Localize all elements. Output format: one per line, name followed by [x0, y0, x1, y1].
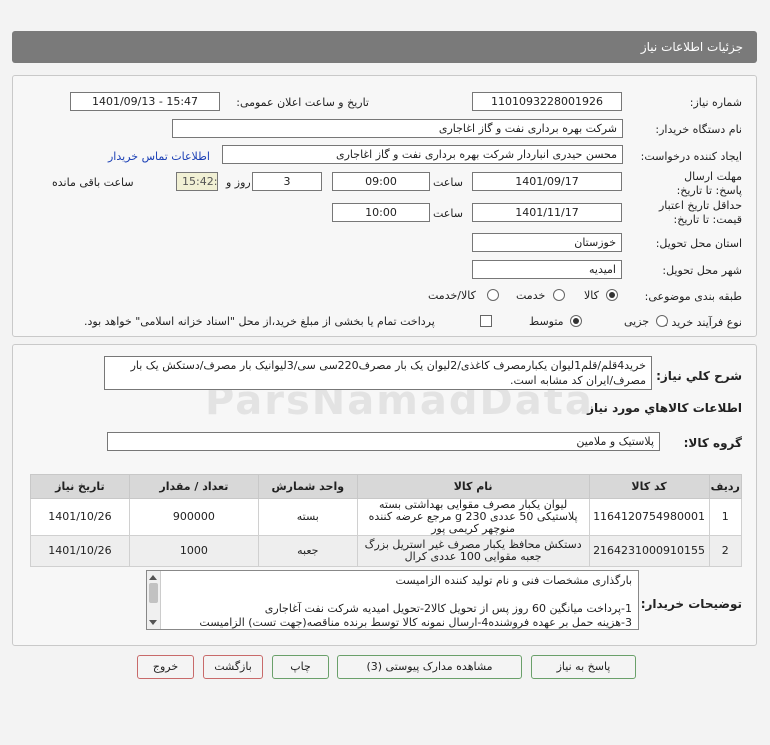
- buyer-notes-textarea[interactable]: بارگذاری مشخصات فنی و نام تولید کننده ال…: [146, 570, 639, 630]
- buyer-org-label: نام دستگاه خریدار:: [655, 123, 742, 136]
- need-number-label: شماره نیاز:: [689, 96, 742, 109]
- need-number-field: 1101093228001926: [472, 92, 622, 111]
- scroll-up-icon[interactable]: [149, 575, 157, 580]
- code-cell: 1164120754980001: [588, 498, 710, 536]
- buyer-org-field: شرکت بهره برداری نفت و گاز اغاجاری: [172, 119, 623, 138]
- goods-group-field: پلاستیک و ملامین: [107, 432, 660, 451]
- unit-cell: بسته: [257, 498, 358, 536]
- remaining-time-field: 15:42:08: [176, 172, 218, 191]
- table-header-row-number: ردیف: [708, 474, 743, 499]
- reply-hour-field: 09:00: [332, 172, 430, 191]
- scroll-thumb[interactable]: [149, 583, 158, 603]
- price-validity-label: حداقل تاریخ اعتبار قیمت: تا تاریخ:: [658, 199, 742, 226]
- reply-date-field: 1401/09/17: [472, 172, 622, 191]
- code-cell: 2164231000910155: [588, 535, 710, 567]
- name-cell: دستکش محافظ یکبار مصرف غیر استریل بزرگ ج…: [356, 535, 590, 567]
- table-header-code: کد کالا: [588, 474, 710, 499]
- category-service-label: خدمت: [516, 289, 546, 302]
- process-medium-radio[interactable]: [570, 315, 582, 327]
- category-goods-label: کالا: [584, 289, 599, 302]
- notes-line: بارگذاری مشخصات فنی و نام تولید کننده ال…: [395, 574, 632, 587]
- table-header-name: نام کالا: [356, 474, 590, 499]
- remaining-label: ساعت باقی مانده: [52, 176, 134, 189]
- scroll-down-icon[interactable]: [149, 620, 157, 625]
- category-label: طبقه بندی موضوعی:: [644, 290, 742, 303]
- notes-scrollbar[interactable]: [147, 571, 161, 629]
- process-minor-radio[interactable]: [656, 315, 668, 327]
- purchase-process-label: نوع فرآیند خرید :: [664, 316, 742, 329]
- category-both-radio[interactable]: [487, 289, 499, 301]
- name-cell: لیوان یکبار مصرف مقوایی بهداشتی بسته پلا…: [356, 498, 590, 536]
- date-cell: 1401/10/26: [30, 498, 130, 536]
- row-number-cell: 1: [708, 498, 743, 536]
- buyer-notes-label: توضیحات خریدار:: [640, 597, 742, 611]
- city-label: شهر محل تحویل:: [662, 264, 742, 277]
- requester-field: محسن حیدری انباردار شرکت بهره برداری نفت…: [222, 145, 623, 164]
- reply-hour-label: ساعت: [433, 176, 463, 189]
- category-service-radio[interactable]: [553, 289, 565, 301]
- day-and-label: روز و: [226, 176, 251, 189]
- treasury-checkbox[interactable]: [480, 315, 492, 327]
- print-button[interactable]: چاپ: [272, 655, 329, 679]
- general-desc-label: شرح کلي نياز:: [656, 369, 742, 383]
- validity-hour-field: 10:00: [332, 203, 430, 222]
- province-label: استان محل تحویل:: [655, 237, 742, 250]
- requester-label: ایجاد کننده درخواست:: [640, 150, 742, 163]
- row-number-cell: 2: [708, 535, 743, 567]
- announce-datetime-field: 1401/09/13 - 15:47: [70, 92, 220, 111]
- quantity-cell: 900000: [128, 498, 259, 536]
- exit-button[interactable]: خروج: [137, 655, 194, 679]
- reply-button[interactable]: پاسخ به نیاز: [531, 655, 636, 679]
- city-field: امیدیه: [472, 260, 622, 279]
- province-field: خوزستان: [472, 233, 622, 252]
- announce-datetime-label: تاریخ و ساعت اعلان عمومی:: [236, 96, 369, 109]
- notes-line: 1-پرداخت میانگین 60 روز پس از تحویل کالا…: [264, 602, 632, 615]
- treasury-note: پرداخت تمام یا بخشی از مبلغ خرید،از محل …: [84, 315, 435, 328]
- table-row: 1 1164120754980001 لیوان یکبار مصرف مقوا…: [30, 498, 743, 536]
- process-medium-label: متوسط: [529, 315, 564, 328]
- back-button[interactable]: بازگشت: [203, 655, 263, 679]
- notes-line: [167, 588, 632, 602]
- reply-deadline-label: مهلت ارسال پاسخ: تا تاریخ:: [676, 170, 742, 197]
- quantity-cell: 1000: [128, 535, 259, 567]
- validity-date-field: 1401/11/17: [472, 203, 622, 222]
- table-header-quantity: تعداد / مقدار: [128, 474, 259, 499]
- unit-cell: جعبه: [257, 535, 358, 567]
- page-title: جزئیات اطلاعات نیاز: [12, 31, 757, 63]
- attachments-button[interactable]: مشاهده مدارک پیوستی (3): [337, 655, 522, 679]
- validity-hour-label: ساعت: [433, 207, 463, 220]
- table-header-date: تاریخ نیاز: [30, 474, 130, 499]
- general-desc-field: خرید4قلم/قلم1لیوان یکبارمصرف کاغذی/2لیوا…: [104, 356, 652, 390]
- goods-group-label: گروه کالا:: [683, 436, 742, 450]
- category-both-label: کالا/خدمت: [428, 289, 476, 302]
- goods-info-heading: اطلاعات کالاهاي مورد نياز: [587, 401, 742, 415]
- category-goods-radio[interactable]: [606, 289, 618, 301]
- date-cell: 1401/10/26: [30, 535, 130, 567]
- table-row: 2 2164231000910155 دستکش محافظ یکبار مصر…: [30, 535, 743, 567]
- goods-table: ردیف کد کالا نام کالا واحد شمارش تعداد /…: [30, 474, 743, 567]
- reply-days-field: 3: [252, 172, 322, 191]
- contact-buyer-link[interactable]: اطلاعات تماس خریدار: [108, 150, 210, 163]
- notes-line: 3-هزینه حمل بر عهده فروشنده4-ارسال نمونه…: [199, 616, 632, 629]
- table-header-unit: واحد شمارش: [257, 474, 358, 499]
- process-minor-label: جزیی: [624, 315, 650, 328]
